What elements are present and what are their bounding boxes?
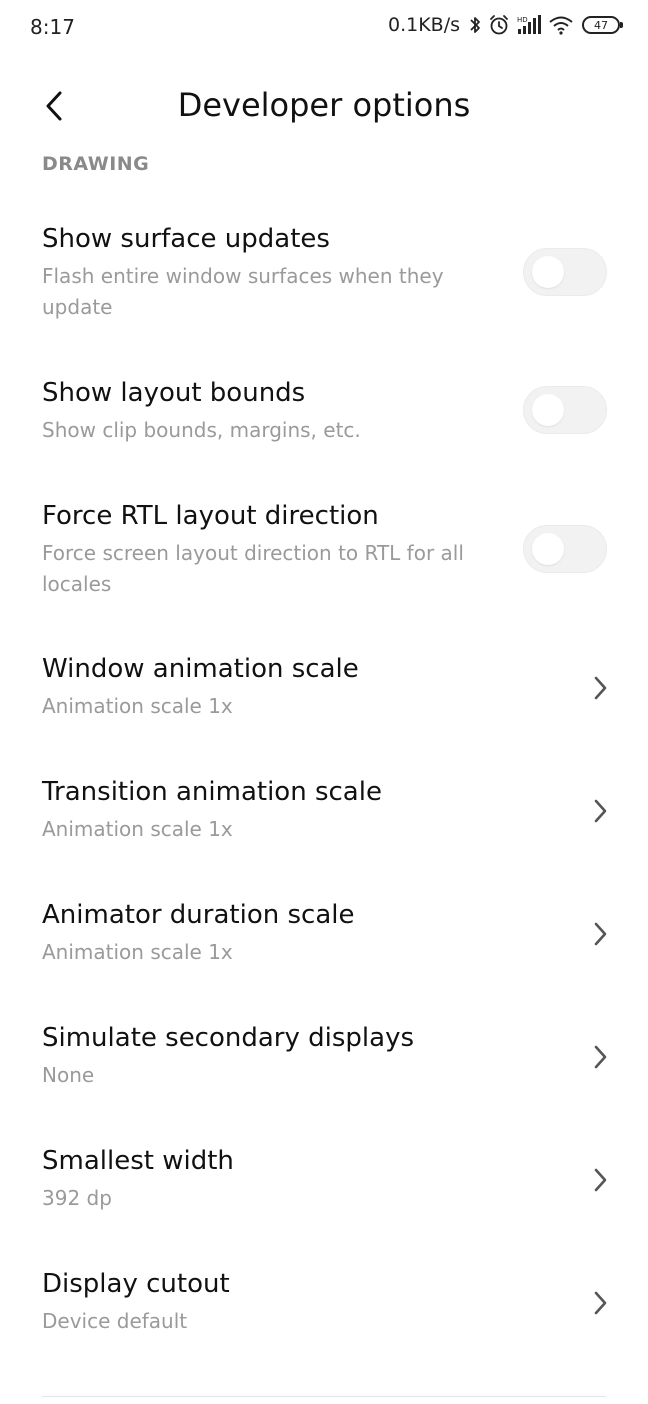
battery-level: 47 (594, 18, 608, 32)
signal-icon: HD (517, 15, 541, 34)
setting-show-layout-bounds[interactable]: Show layout bounds Show clip bounds, mar… (0, 372, 648, 462)
setting-window-animation-scale[interactable]: Window animation scale Animation scale 1… (0, 648, 648, 738)
setting-subtitle: Show clip bounds, margins, etc. (42, 418, 361, 442)
app-header: Developer options (0, 70, 648, 142)
battery-icon: 47 (582, 16, 623, 34)
setting-force-rtl-layout[interactable]: Force RTL layout direction Force screen … (0, 495, 648, 613)
setting-subtitle: Animation scale 1x (42, 817, 233, 841)
wifi-icon (549, 16, 573, 35)
setting-title: Force RTL layout direction (42, 501, 379, 531)
setting-title: Window animation scale (42, 654, 359, 684)
setting-title: Show layout bounds (42, 378, 306, 408)
setting-title: Display cutout (42, 1269, 230, 1299)
page-title: Developer options (177, 86, 471, 124)
status-bar: 8:17 0.1KB/s HD 47 (0, 0, 648, 60)
setting-subtitle: Force screen layout direction to RTL for… (42, 541, 464, 596)
setting-display-cutout[interactable]: Display cutout Device default (0, 1263, 648, 1353)
show-layout-bounds-toggle[interactable] (523, 386, 607, 434)
toggle-knob (532, 256, 564, 288)
alarm-icon (490, 15, 508, 35)
toggle-knob (532, 533, 564, 565)
chevron-right-icon (594, 1168, 607, 1192)
chevron-right-icon (594, 1045, 607, 1069)
setting-title: Smallest width (42, 1146, 234, 1176)
chevron-right-icon (594, 799, 607, 823)
setting-subtitle: 392 dp (42, 1186, 112, 1210)
section-header: DRAWING (42, 153, 150, 175)
signal-hd-label: HD (517, 16, 528, 24)
chevron-right-icon (594, 676, 607, 700)
setting-animator-duration-scale[interactable]: Animator duration scale Animation scale … (0, 894, 648, 984)
bluetooth-icon (470, 17, 480, 33)
setting-show-surface-updates[interactable]: Show surface updates Flash entire window… (0, 218, 648, 336)
setting-simulate-secondary-displays[interactable]: Simulate secondary displays None (0, 1017, 648, 1107)
setting-subtitle: None (42, 1063, 95, 1087)
chevron-right-icon (594, 922, 607, 946)
setting-title: Transition animation scale (42, 777, 382, 807)
setting-subtitle: Device default (42, 1309, 188, 1333)
setting-title: Animator duration scale (42, 900, 355, 930)
toggle-knob (532, 394, 564, 426)
chevron-right-icon (594, 1291, 607, 1315)
status-time: 8:17 (30, 15, 75, 39)
setting-smallest-width[interactable]: Smallest width 392 dp (0, 1140, 648, 1230)
setting-title: Simulate secondary displays (42, 1023, 415, 1053)
status-icons: 0.1KB/s HD 47 (387, 14, 623, 36)
setting-subtitle: Animation scale 1x (42, 694, 233, 718)
list-divider (42, 1396, 606, 1397)
network-speed: 0.1KB/s (387, 14, 460, 36)
setting-subtitle: Flash entire window surfaces when they u… (42, 264, 444, 319)
show-surface-updates-toggle[interactable] (523, 248, 607, 296)
setting-subtitle: Animation scale 1x (42, 940, 233, 964)
setting-transition-animation-scale[interactable]: Transition animation scale Animation sca… (0, 771, 648, 861)
force-rtl-toggle[interactable] (523, 525, 607, 573)
setting-title: Show surface updates (42, 224, 330, 254)
